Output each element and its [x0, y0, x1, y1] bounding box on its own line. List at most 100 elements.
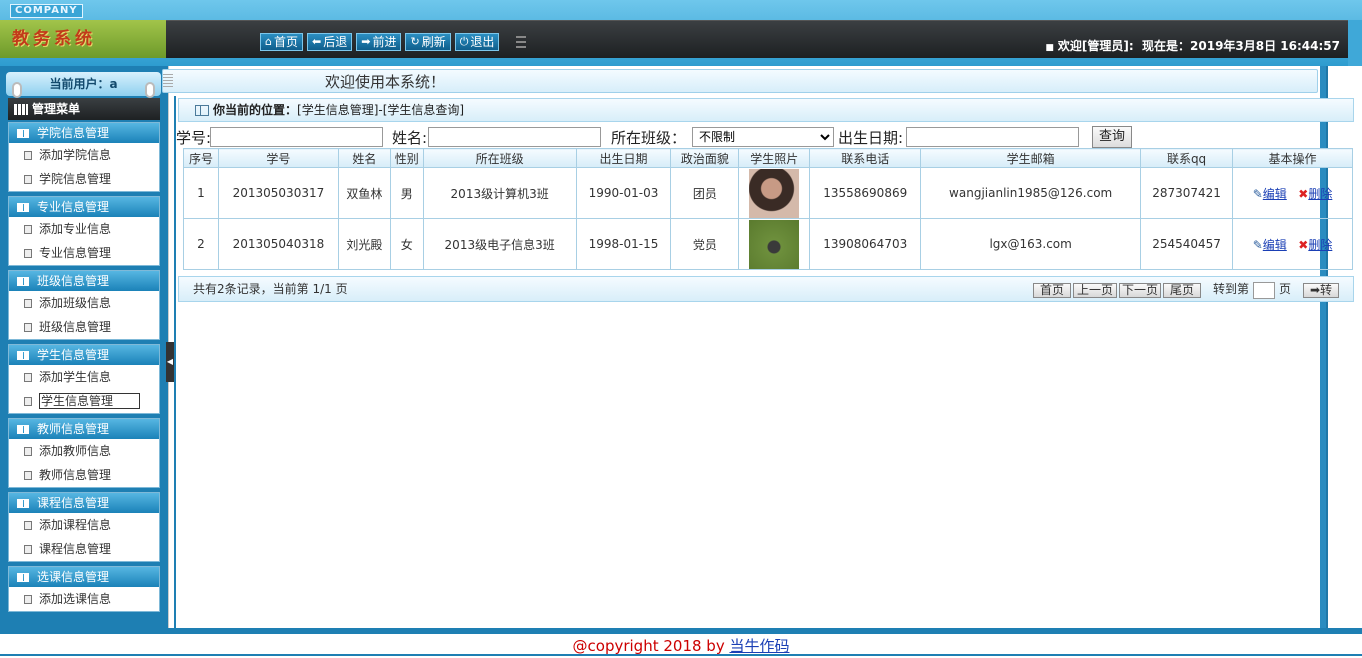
page-number-input[interactable]	[1253, 282, 1275, 299]
document-icon	[24, 151, 32, 160]
sidebar-item-add-course[interactable]: 添加课程信息	[9, 513, 159, 537]
menu-title: 管理菜单	[8, 98, 160, 120]
first-page-button[interactable]: 首页	[1033, 283, 1071, 298]
sidebar-item-add-class[interactable]: 添加班级信息	[9, 291, 159, 315]
logout-button[interactable]: ⏻ 退出	[454, 33, 500, 51]
student-photo	[749, 219, 800, 269]
prev-page-button[interactable]: 上一页	[1073, 283, 1117, 298]
cell-class: 2013级计算机3班	[422, 167, 577, 219]
page-unit-label: 页	[1279, 282, 1292, 296]
sidebar-item-add-major[interactable]: 添加专业信息	[9, 217, 159, 241]
document-icon	[24, 447, 32, 456]
logo: 教务系统	[0, 20, 166, 58]
book-icon	[17, 351, 29, 360]
col-header: 基本操作	[1232, 148, 1353, 168]
birth-label: 出生日期:	[838, 129, 904, 147]
menu-group-college: 学院信息管理 添加学院信息 学院信息管理	[8, 122, 160, 192]
document-icon	[24, 299, 32, 308]
welcome-title: 欢迎使用本系统！	[325, 73, 446, 91]
sidebar-item-add-student[interactable]: 添加学生信息	[9, 365, 159, 389]
grid-icon	[14, 104, 28, 115]
delete-icon: ✖	[1298, 237, 1309, 252]
cell-birth: 1998-01-15	[575, 218, 672, 270]
document-icon	[24, 471, 32, 480]
col-header: 性别	[389, 148, 424, 168]
nav-toolbar: ⌂ 首页 ⬅ 后退 ➡ 前进 ↻ 刷新 ⏻ 退出	[260, 33, 500, 51]
edit-link[interactable]: 编辑	[1263, 238, 1287, 252]
col-header: 序号	[183, 148, 219, 168]
sidebar-item-manage-student[interactable]: 学生信息管理	[9, 389, 159, 413]
sidebar-item-manage-major[interactable]: 专业信息管理	[9, 241, 159, 265]
menu-group-major: 专业信息管理 添加专业信息 专业信息管理	[8, 196, 160, 266]
sno-input[interactable]	[210, 127, 383, 147]
col-header: 学生照片	[738, 148, 811, 168]
cell-index: 1	[183, 167, 219, 219]
col-header: 所在班级	[422, 148, 577, 168]
sidebar-item-add-selection[interactable]: 添加选课信息	[9, 587, 159, 611]
top-header: COMPANY 教务系统 ⌂ 首页 ⬅ 后退 ➡ 前进 ↻ 刷新 ⏻ 退出 ■ 欢迎[管理员…	[0, 0, 1362, 66]
menu-group-header[interactable]: 班级信息管理	[9, 271, 159, 291]
next-page-button[interactable]: 下一页	[1119, 283, 1161, 298]
last-page-button[interactable]: 尾页	[1163, 283, 1201, 298]
current-user-bar: 当前用户：a	[6, 72, 161, 98]
sidebar-item-manage-teacher[interactable]: 教师信息管理	[9, 463, 159, 487]
class-label: 所在班级：	[611, 129, 687, 147]
book-icon	[17, 573, 29, 582]
refresh-icon: ↻	[410, 35, 420, 48]
menu-group-header[interactable]: 教师信息管理	[9, 419, 159, 439]
cell-gender: 女	[389, 218, 424, 270]
search-form: 学号: 姓名: 所在班级： 不限制 出生日期: 查询	[176, 126, 1336, 148]
cell-photo	[738, 167, 811, 219]
back-button[interactable]: ⬅ 后退	[307, 33, 353, 51]
table-header-row: 序号 学号 姓名 性别 所在班级 出生日期 政治面貌 学生照片 联系电话 学生邮…	[183, 148, 1353, 168]
menu-group-header[interactable]: 学生信息管理	[9, 345, 159, 365]
menu-group-selection: 选课信息管理 添加选课信息	[8, 566, 160, 612]
author-link[interactable]: 当牛作码	[729, 637, 789, 655]
delete-link[interactable]: 删除	[1308, 238, 1332, 252]
forward-button[interactable]: ➡ 前进	[356, 33, 402, 51]
name-input[interactable]	[428, 127, 601, 147]
cell-photo	[738, 218, 811, 270]
grip-icon	[163, 74, 173, 88]
header-edge	[1348, 20, 1362, 66]
cell-actions: ✎编辑 ✖删除	[1232, 218, 1353, 270]
ring-icon	[145, 82, 155, 98]
edit-link[interactable]: 编辑	[1263, 187, 1287, 201]
go-button[interactable]: ➡转	[1303, 283, 1339, 298]
collapse-arrow-icon[interactable]: ◀	[166, 342, 174, 382]
pager-info: 共有2条记录，当前第 1/1 页	[193, 282, 348, 296]
sidebar-item-add-teacher[interactable]: 添加教师信息	[9, 439, 159, 463]
document-icon	[24, 249, 32, 258]
arrow-left-icon: ⬅	[312, 35, 322, 48]
sidebar-item-manage-class[interactable]: 班级信息管理	[9, 315, 159, 339]
col-header: 联系qq	[1140, 148, 1234, 168]
class-select[interactable]: 不限制	[692, 127, 834, 147]
sidebar: 当前用户：a 管理菜单 学院信息管理 添加学院信息 学院信息管理 专业信息管理 …	[0, 66, 168, 632]
book-icon	[17, 425, 29, 434]
refresh-button[interactable]: ↻ 刷新	[405, 33, 451, 51]
grip-icon	[516, 36, 526, 48]
sidebar-item-manage-course[interactable]: 课程信息管理	[9, 537, 159, 561]
ring-icon	[12, 82, 22, 98]
menu-group-header[interactable]: 选课信息管理	[9, 567, 159, 587]
panel-icon	[195, 105, 209, 116]
home-button[interactable]: ⌂ 首页	[260, 33, 303, 51]
delete-link[interactable]: 删除	[1308, 187, 1332, 201]
cell-name: 双鱼林	[337, 167, 391, 219]
sidebar-item-add-college[interactable]: 添加学院信息	[9, 143, 159, 167]
pencil-icon: ✎	[1252, 186, 1263, 201]
col-header: 学号	[217, 148, 339, 168]
query-button[interactable]: 查询	[1092, 126, 1132, 148]
menu-group-header[interactable]: 专业信息管理	[9, 197, 159, 217]
menu-group-header[interactable]: 学院信息管理	[9, 123, 159, 143]
cell-qq: 287307421	[1140, 167, 1234, 219]
menu-group-header[interactable]: 课程信息管理	[9, 493, 159, 513]
book-icon	[17, 277, 29, 286]
main-content: 你当前的位置：[学生信息管理]-[学生信息查询] 学号: 姓名: 所在班级： 不…	[174, 96, 1354, 628]
birth-date-input[interactable]	[906, 127, 1079, 147]
sidebar-item-manage-college[interactable]: 学院信息管理	[9, 167, 159, 191]
book-icon	[17, 499, 29, 508]
cell-email: wangjianlin1985@126.com	[920, 167, 1142, 219]
table-row: 1 201305030317 双鱼林 男 2013级计算机3班 1990-01-…	[183, 167, 1353, 219]
goto-label: 转到第	[1213, 282, 1250, 296]
